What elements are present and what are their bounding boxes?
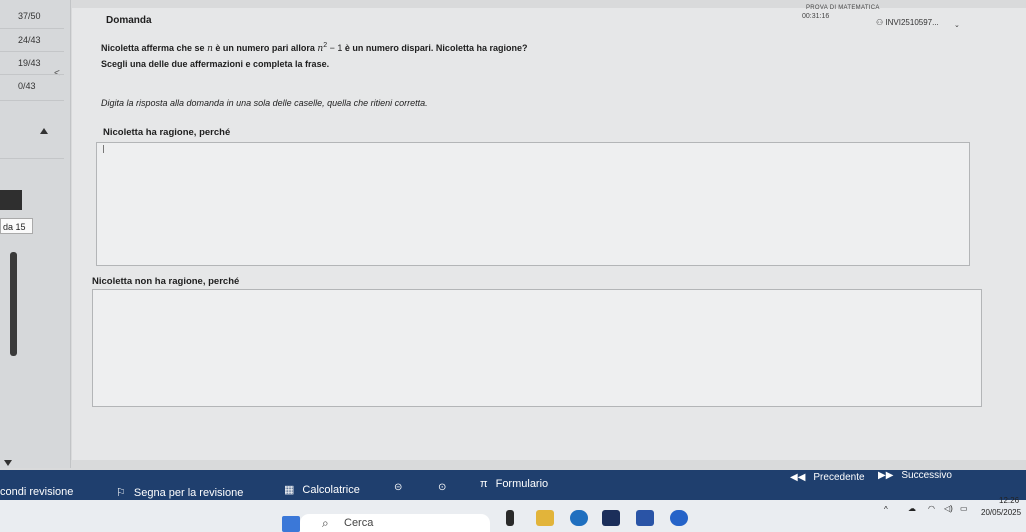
page-title: Domanda bbox=[106, 15, 152, 26]
stat-count: 19/43 bbox=[18, 58, 41, 68]
store-icon[interactable] bbox=[602, 510, 620, 526]
cloud-icon[interactable]: ☁ bbox=[908, 504, 916, 513]
next-button[interactable]: ▶▶ Successivo bbox=[878, 470, 952, 481]
question-subtext: Scegli una delle due affermazioni e comp… bbox=[101, 59, 330, 69]
timer: 00:31:16 bbox=[802, 13, 830, 20]
fast-forward-icon: ▶▶ bbox=[878, 470, 894, 481]
task-view-icon[interactable] bbox=[506, 510, 514, 526]
app-icon[interactable] bbox=[636, 510, 654, 526]
flag-for-review-button[interactable]: ⚐ Segna per la revisione bbox=[116, 486, 243, 499]
scrollbar-thumb[interactable] bbox=[10, 252, 17, 356]
user-id: INVI2510597... bbox=[885, 18, 939, 27]
calculator-button[interactable]: ▦ Calcolatrice bbox=[284, 483, 360, 496]
stat-count: 37/50 bbox=[18, 11, 41, 21]
edge-icon[interactable] bbox=[570, 510, 588, 526]
question-text: Nicoletta afferma che se n è un numero p… bbox=[101, 42, 528, 54]
instruction-text: Digita la risposta alla domanda in una s… bbox=[101, 98, 428, 108]
divider bbox=[0, 74, 64, 75]
pi-icon: π bbox=[480, 478, 488, 490]
clock-time[interactable]: 12:26 bbox=[999, 496, 1019, 505]
current-question-marker bbox=[0, 190, 22, 210]
volume-icon[interactable]: ◁) bbox=[944, 504, 953, 513]
battery-icon[interactable]: ▭ bbox=[960, 504, 968, 513]
rewind-icon: ◀◀ bbox=[790, 472, 806, 483]
bottom-toolbar: condi revisione ⚐ Segna per la revisione … bbox=[0, 470, 1026, 500]
windows-start-icon[interactable] bbox=[282, 516, 300, 532]
calculator-icon: ▦ bbox=[284, 484, 295, 496]
divider bbox=[0, 28, 64, 29]
text-cursor bbox=[103, 145, 104, 153]
stat-count: 24/43 bbox=[18, 35, 41, 45]
clock-date[interactable]: 20/05/2025 bbox=[981, 508, 1021, 517]
option-label-no: Nicoletta non ha ragione, perché bbox=[92, 276, 240, 287]
previous-button[interactable]: ◀◀ Precedente bbox=[790, 472, 865, 483]
search-icon: ⌕ bbox=[322, 516, 329, 530]
user-icon: ⚇ bbox=[876, 18, 884, 27]
answer-textbox-yes[interactable] bbox=[96, 142, 970, 266]
stat-count: 0/43 bbox=[18, 81, 36, 91]
option-label-yes: Nicoletta ha ragione, perché bbox=[103, 127, 231, 138]
scroll-up-icon[interactable] bbox=[40, 128, 48, 134]
chevron-down-icon[interactable]: ⌄ bbox=[954, 21, 960, 29]
answer-textbox-no[interactable] bbox=[92, 289, 982, 407]
taskbar-search[interactable]: ⌕ Cerca bbox=[300, 514, 490, 532]
review-button[interactable]: condi revisione bbox=[0, 486, 73, 498]
divider bbox=[0, 51, 64, 52]
os-taskbar: ⌕ Cerca ^ ☁ ◠ ◁) ▭ 12:26 20/05/2025 bbox=[0, 496, 1026, 532]
formulas-button[interactable]: π Formulario bbox=[480, 478, 548, 490]
user-menu[interactable]: ⚇ INVI2510597... bbox=[876, 18, 939, 27]
file-explorer-icon[interactable] bbox=[536, 510, 554, 526]
section-badge[interactable]: da 15 bbox=[0, 218, 33, 234]
scroll-down-icon[interactable] bbox=[4, 460, 12, 466]
divider bbox=[0, 100, 64, 101]
zoom-in-icon[interactable]: ⊙ bbox=[438, 482, 446, 493]
flag-icon: ⚐ bbox=[116, 487, 126, 499]
exam-label: PROVA DI MATEMATICA bbox=[806, 5, 880, 11]
wifi-icon[interactable]: ◠ bbox=[928, 504, 935, 513]
question-nav-column: 37/50 24/43 19/43 0/43 < da 15 bbox=[0, 0, 71, 468]
divider bbox=[0, 158, 64, 159]
chrome-icon[interactable] bbox=[670, 510, 688, 526]
show-hidden-icons-icon[interactable]: ^ bbox=[884, 505, 888, 514]
zoom-out-icon[interactable]: ⊝ bbox=[394, 482, 402, 493]
